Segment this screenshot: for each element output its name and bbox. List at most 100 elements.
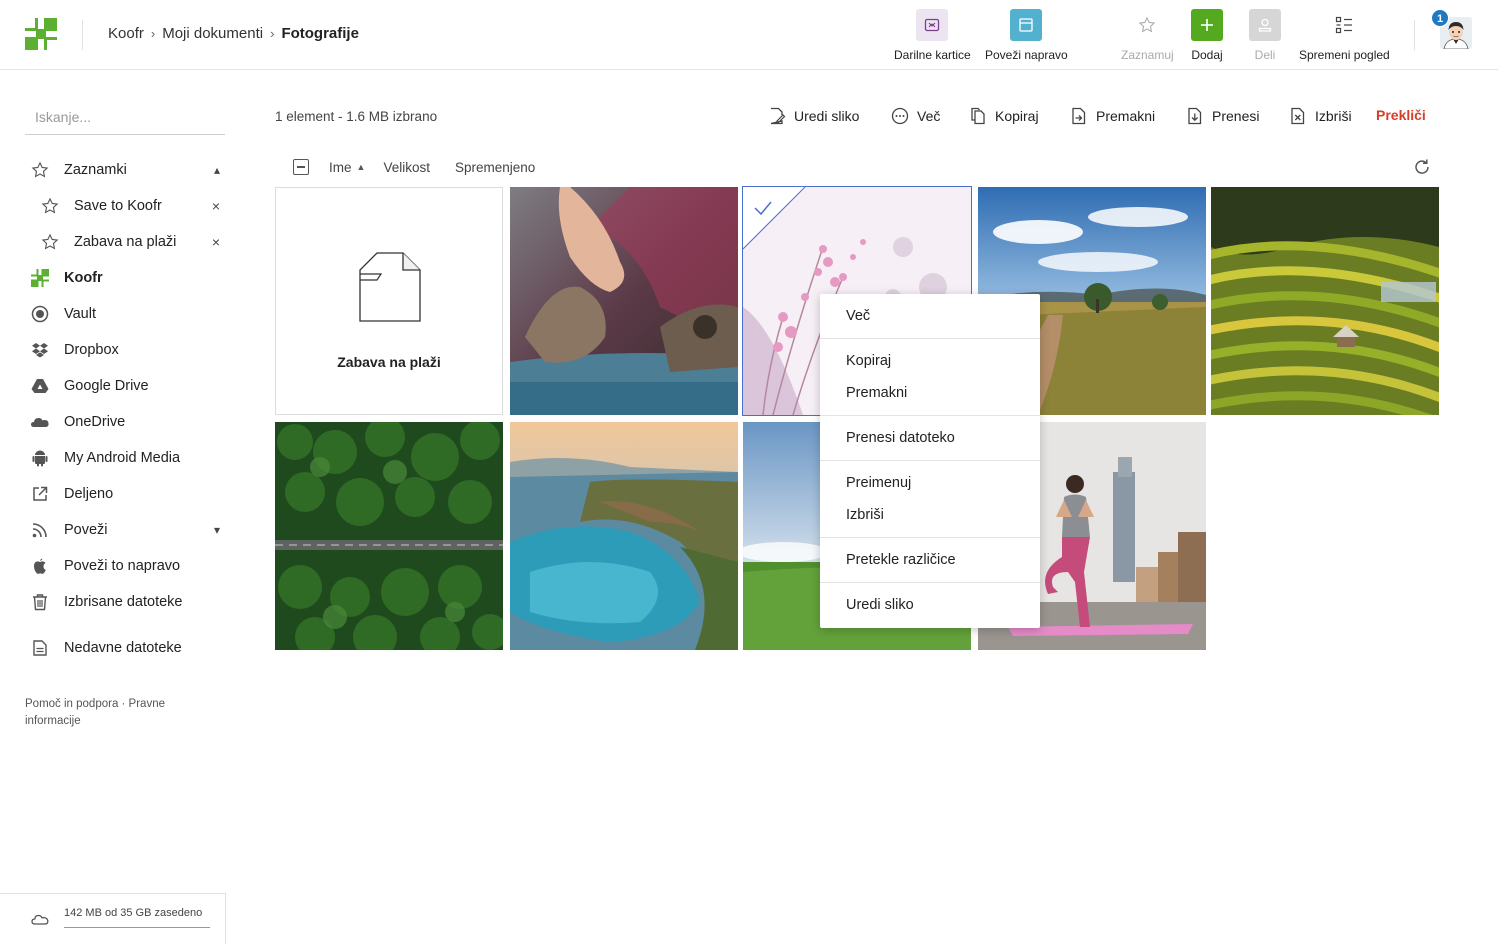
storage-text: 142 MB od 35 GB zasedeno xyxy=(64,907,210,928)
change-view-label: Spremeni pogled xyxy=(1299,48,1390,62)
column-name[interactable]: Ime xyxy=(329,160,352,175)
sidebar-item-dropbox[interactable]: Dropbox xyxy=(30,338,220,362)
menu-divider xyxy=(820,460,1040,461)
sidebar-item-label: Vault xyxy=(64,306,96,322)
menu-item-edit-image[interactable]: Uredi sliko xyxy=(846,597,914,613)
menu-divider xyxy=(820,415,1040,416)
footer-links[interactable]: Pomoč in podpora · Pravne informacije xyxy=(25,696,195,730)
connect-device-label: Poveži napravo xyxy=(985,48,1068,62)
breadcrumb-current: Fotografije xyxy=(281,25,359,42)
view-options-icon xyxy=(1328,9,1360,41)
sidebar-item-recent-files[interactable]: Nedavne datoteke xyxy=(30,636,220,660)
folder-name: Zabava na plaži xyxy=(337,354,441,370)
menu-item-copy[interactable]: Kopiraj xyxy=(846,353,891,369)
sidebar-item-google-drive[interactable]: Google Drive xyxy=(30,374,220,398)
cloud-icon xyxy=(31,912,49,931)
change-view-button[interactable]: Spremeni pogled xyxy=(1299,9,1390,62)
close-icon[interactable]: × xyxy=(212,198,220,214)
column-modified[interactable]: Spremenjeno xyxy=(455,160,535,175)
breadcrumb-root[interactable]: Koofr xyxy=(108,25,144,42)
copy-label: Kopiraj xyxy=(995,108,1039,124)
sidebar-item-label: Izbrisane datoteke xyxy=(64,594,183,610)
delete-label: Izbriši xyxy=(1315,108,1352,124)
delete-button[interactable]: Izbriši xyxy=(1289,107,1352,125)
sidebar-item-vault[interactable]: Vault xyxy=(30,302,220,326)
refresh-icon[interactable] xyxy=(1413,158,1431,181)
chevron-right-icon: › xyxy=(150,26,156,41)
context-menu: Več Kopiraj Premakni Prenesi datoteko Pr… xyxy=(820,294,1040,628)
sidebar-item-label: Poveži xyxy=(64,522,108,538)
sidebar-item-connect-this-device[interactable]: Poveži to napravo xyxy=(30,554,220,578)
cancel-selection-button[interactable]: Prekliči xyxy=(1376,107,1426,123)
menu-item-more[interactable]: Več xyxy=(846,308,870,324)
photo-thumbnail xyxy=(1211,187,1439,415)
download-button[interactable]: Prenesi xyxy=(1186,107,1259,125)
photo-tile[interactable] xyxy=(1211,187,1439,415)
bookmark-label: Save to Koofr xyxy=(74,198,162,214)
share-user-icon xyxy=(1249,9,1281,41)
share-label: Deli xyxy=(1254,48,1276,62)
menu-item-expired-versions[interactable]: Pretekle različice xyxy=(846,552,956,568)
gift-cards-button[interactable]: Darilne kartice xyxy=(894,9,971,62)
photo-tile[interactable] xyxy=(510,187,738,415)
edit-image-button[interactable]: Uredi sliko xyxy=(768,107,859,125)
dropbox-icon xyxy=(30,340,50,360)
android-icon xyxy=(30,448,50,468)
caret-down-icon[interactable]: ▾ xyxy=(214,523,220,537)
koofr-icon xyxy=(30,268,50,288)
select-all-checkbox[interactable] xyxy=(293,159,309,175)
more-button[interactable]: Več xyxy=(891,107,940,125)
menu-item-move[interactable]: Premakni xyxy=(846,385,907,401)
selection-info: 1 element - 1.6 MB izbrano xyxy=(275,109,438,124)
photo-thumbnail xyxy=(275,422,503,650)
menu-divider xyxy=(820,582,1040,583)
menu-item-rename[interactable]: Preimenuj xyxy=(846,475,911,491)
photo-tile[interactable] xyxy=(275,422,503,650)
menu-item-delete[interactable]: Izbriši xyxy=(846,507,884,523)
recent-file-icon xyxy=(30,638,50,658)
koofr-logo[interactable] xyxy=(25,18,57,50)
photo-thumbnail xyxy=(510,422,738,650)
folder-tile[interactable]: Zabava na plaži xyxy=(275,187,503,415)
sidebar-item-deleted-files[interactable]: Izbrisane datoteke xyxy=(30,590,220,614)
star-icon xyxy=(30,160,50,180)
onedrive-cloud-icon xyxy=(30,412,50,432)
sidebar-item-bookmarks[interactable]: Zaznamki ▴ xyxy=(30,158,220,182)
rss-icon xyxy=(30,520,50,540)
plus-icon xyxy=(1191,9,1223,41)
sidebar-item-android-media[interactable]: My Android Media xyxy=(30,446,220,470)
more-label: Več xyxy=(917,108,941,124)
connect-device-button[interactable]: Poveži napravo xyxy=(985,9,1068,62)
sidebar-item-koofr[interactable]: Koofr xyxy=(30,266,220,290)
sidebar-item-connect[interactable]: Poveži ▾ xyxy=(30,518,220,542)
copy-button[interactable]: Kopiraj xyxy=(969,107,1039,125)
share-external-icon xyxy=(30,484,50,504)
bookmark-button[interactable]: Zaznamuj xyxy=(1121,9,1174,62)
column-size[interactable]: Velikost xyxy=(383,160,430,175)
copy-icon xyxy=(969,107,987,125)
search-input[interactable] xyxy=(25,99,225,134)
chevron-right-icon: › xyxy=(270,26,275,41)
sidebar-item-shared[interactable]: Deljeno xyxy=(30,482,220,506)
menu-item-download[interactable]: Prenesi datoteko xyxy=(846,430,955,446)
bookmark-item-zabava-na-plazi[interactable]: Zabava na plaži × xyxy=(40,230,230,254)
bookmark-item-save-to-koofr[interactable]: Save to Koofr × xyxy=(40,194,230,218)
edit-image-label: Uredi sliko xyxy=(794,108,860,124)
bookmark-label: Zabava na plaži xyxy=(74,234,177,250)
sidebar-item-label: Nedavne datoteke xyxy=(64,640,182,656)
add-button[interactable]: Dodaj xyxy=(1191,9,1223,62)
notification-badge[interactable]: 1 xyxy=(1431,9,1449,27)
sidebar-item-onedrive[interactable]: OneDrive xyxy=(30,410,220,434)
sidebar-item-label: Deljeno xyxy=(64,486,114,502)
breadcrumb-parent[interactable]: Moji dokumenti xyxy=(162,25,263,42)
header-divider-right xyxy=(1414,20,1415,50)
close-icon[interactable]: × xyxy=(212,234,220,250)
gift-cards-label: Darilne kartice xyxy=(894,48,971,62)
caret-up-icon[interactable]: ▴ xyxy=(214,163,220,177)
photo-tile[interactable] xyxy=(510,422,738,650)
document-icon xyxy=(359,252,421,322)
move-button[interactable]: Premakni xyxy=(1070,107,1155,125)
share-button[interactable]: Deli xyxy=(1249,9,1281,62)
sort-asc-icon: ▲ xyxy=(356,162,366,172)
download-file-icon xyxy=(1186,107,1204,125)
